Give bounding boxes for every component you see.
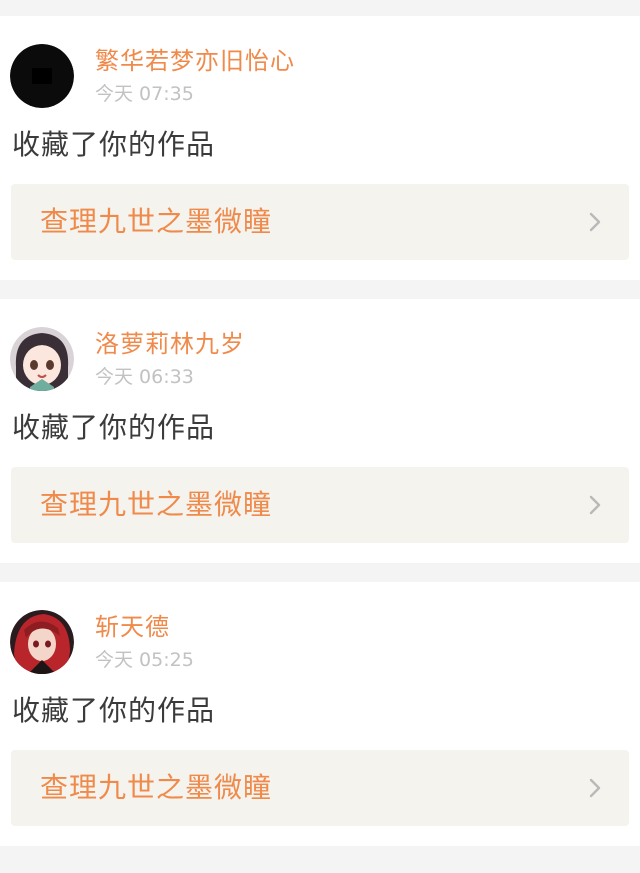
work-title: 查理九世之墨微瞳: [40, 488, 273, 521]
work-link[interactable]: 查理九世之墨微瞳: [11, 467, 629, 543]
work-link[interactable]: 查理九世之墨微瞳: [11, 750, 629, 826]
avatar-anime-girl-icon: [10, 327, 74, 391]
avatar[interactable]: [10, 44, 74, 108]
work-title: 查理九世之墨微瞳: [40, 205, 273, 238]
top-spacer: [0, 0, 640, 16]
timestamp: 今天 07:35: [95, 83, 194, 105]
timestamp: 今天 05:25: [95, 649, 194, 671]
notification-card: 洛萝莉林九岁 今天 06:33 收藏了你的作品 查理九世之墨微瞳: [0, 299, 640, 563]
action-text: 收藏了你的作品: [12, 128, 216, 161]
work-title: 查理九世之墨微瞳: [40, 771, 273, 804]
chevron-right-icon: [585, 777, 605, 799]
action-text: 收藏了你的作品: [12, 411, 216, 444]
chevron-right-icon: [585, 494, 605, 516]
action-text: 收藏了你的作品: [12, 694, 216, 727]
avatar-black-circle-icon: [10, 44, 74, 108]
notification-card: 斩天德 今天 05:25 收藏了你的作品 查理九世之墨微瞳: [0, 582, 640, 846]
timestamp: 今天 06:33: [95, 366, 194, 388]
username[interactable]: 斩天德: [95, 612, 170, 642]
avatar-red-hair-character-icon: [10, 610, 74, 674]
avatar[interactable]: [10, 327, 74, 391]
chevron-right-icon: [585, 211, 605, 233]
notification-card: 繁华若梦亦旧怡心 今天 07:35 收藏了你的作品 查理九世之墨微瞳: [0, 16, 640, 280]
avatar[interactable]: [10, 610, 74, 674]
username[interactable]: 洛萝莉林九岁: [95, 329, 245, 359]
username[interactable]: 繁华若梦亦旧怡心: [95, 46, 295, 76]
work-link[interactable]: 查理九世之墨微瞳: [11, 184, 629, 260]
